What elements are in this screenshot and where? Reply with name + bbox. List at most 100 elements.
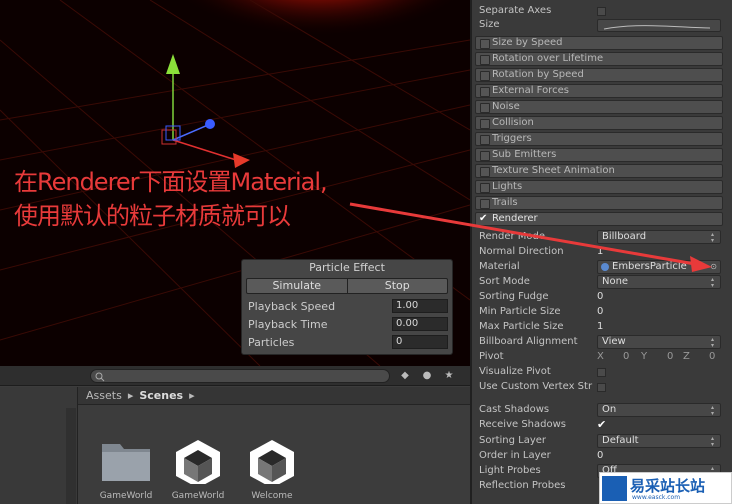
project-search-input[interactable] (90, 369, 390, 383)
sorting-fudge-row: Sorting Fudge 0 (479, 290, 725, 304)
cast-shadows-dropdown[interactable]: On (597, 403, 721, 417)
breadcrumb-separator-icon: ▸ (127, 389, 134, 402)
light-probes-label: Light Probes (479, 465, 541, 476)
particle-effect-panel: Particle Effect Simulate Stop Playback S… (241, 259, 453, 355)
module-renderer[interactable]: ✔ Renderer (475, 212, 723, 226)
watermark-text: 易采站长站 (630, 477, 706, 495)
asset-label: GameWorld (171, 491, 225, 501)
receive-shadows-checkbox[interactable]: ✔ (597, 418, 606, 432)
module-rotation-over-lifetime[interactable]: Rotation over Lifetime (475, 52, 723, 66)
playback-time-field[interactable]: 0.00 (392, 317, 448, 331)
size-curve-field[interactable] (597, 19, 721, 32)
watermark-url: www.easck.com (632, 494, 681, 501)
custom-vertex-checkbox[interactable] (597, 383, 606, 392)
material-field[interactable]: EmbersParticle ⊙ (597, 260, 721, 274)
asset-item[interactable]: GameWorld (166, 436, 230, 501)
breadcrumb-assets[interactable]: Assets (86, 387, 122, 405)
breadcrumb: Assets ▸ Scenes ▸ (86, 387, 195, 405)
sorting-layer-label: Sorting Layer (479, 435, 547, 446)
pivot-y-label: Y (641, 351, 648, 362)
module-size-by-speed[interactable]: Size by Speed (475, 36, 723, 50)
pivot-row: Pivot X 0 Y 0 Z 0 (479, 350, 725, 364)
min-particle-size-label: Min Particle Size (479, 306, 561, 317)
custom-vertex-row: Use Custom Vertex Str (479, 380, 725, 394)
folder-icon (102, 444, 150, 481)
folder-tree-scrollbar[interactable] (66, 408, 76, 504)
normal-direction-row: Normal Direction 1 (479, 245, 725, 259)
module-triggers[interactable]: Triggers (475, 132, 723, 146)
render-mode-label: Render Mode (479, 231, 546, 242)
module-noise[interactable]: Noise (475, 100, 723, 114)
pivot-fields[interactable]: X 0 Y 0 Z 0 (597, 350, 721, 364)
unity-scene-icon (176, 440, 220, 488)
module-collision[interactable]: Collision (475, 116, 723, 130)
filter-by-type-icon[interactable]: ◆ (398, 369, 412, 383)
playback-speed-field[interactable]: 1.00 (392, 299, 448, 313)
max-particle-size-field[interactable]: 1 (597, 320, 721, 334)
order-in-layer-label: Order in Layer (479, 450, 551, 461)
reflection-probes-label: Reflection Probes (479, 480, 566, 491)
module-rotation-by-speed[interactable]: Rotation by Speed (475, 68, 723, 82)
sort-mode-dropdown[interactable]: None (597, 275, 721, 289)
render-mode-dropdown[interactable]: Billboard (597, 230, 721, 244)
module-trails[interactable]: Trails (475, 196, 723, 210)
normal-direction-field[interactable]: 1 (597, 245, 721, 259)
material-label: Material (479, 261, 520, 272)
billboard-alignment-row: Billboard Alignment View (479, 335, 725, 349)
visualize-pivot-label: Visualize Pivot (479, 366, 551, 377)
module-texture-sheet-animation[interactable]: Texture Sheet Animation (475, 164, 723, 178)
checkmark-icon[interactable]: ✔ (479, 213, 487, 225)
pivot-x-label: X (597, 351, 604, 362)
search-icon (95, 372, 105, 382)
pivot-z-label: Z (683, 351, 690, 362)
asset-item[interactable]: GameWorld (94, 436, 158, 501)
favorite-icon[interactable]: ★ (442, 369, 456, 383)
sorting-layer-row: Sorting Layer Default (479, 434, 725, 448)
asset-item[interactable]: Welcome (240, 436, 304, 501)
pivot-y-field[interactable]: 0 (667, 350, 673, 364)
particles-label: Particles (248, 335, 295, 349)
watermark-logo: 易采站长站 www.easck.com (599, 472, 732, 504)
playback-speed-label: Playback Speed (248, 299, 336, 313)
breadcrumb-separator-icon: ▸ (189, 389, 195, 402)
project-toolbar: ◆ ● ★ (0, 366, 470, 386)
size-label: Size (479, 19, 500, 30)
module-sub-emitters[interactable]: Sub Emitters (475, 148, 723, 162)
receive-shadows-label: Receive Shadows (479, 419, 566, 430)
size-curve-icon (603, 25, 711, 30)
material-sphere-icon (601, 263, 609, 271)
sorting-fudge-label: Sorting Fudge (479, 291, 549, 302)
sorting-fudge-field[interactable]: 0 (597, 290, 721, 304)
normal-direction-label: Normal Direction (479, 246, 564, 257)
min-particle-size-field[interactable]: 0 (597, 305, 721, 319)
visualize-pivot-checkbox[interactable] (597, 368, 606, 377)
visualize-pivot-row: Visualize Pivot (479, 365, 725, 379)
size-row: Size (479, 18, 725, 32)
watermark-mark-icon (602, 476, 627, 501)
separate-axes-checkbox[interactable] (597, 7, 606, 16)
sorting-layer-dropdown[interactable]: Default (597, 434, 721, 448)
pivot-x-field[interactable]: 0 (623, 350, 629, 364)
material-value: EmbersParticle (612, 261, 687, 272)
inspector-panel: Separate Axes Size Size by Speed Rotatio… (470, 0, 732, 504)
filter-by-label-icon[interactable]: ● (420, 369, 434, 383)
max-particle-size-row: Max Particle Size 1 (479, 320, 725, 334)
cast-shadows-label: Cast Shadows (479, 404, 550, 415)
particles-row: Particles 0 (242, 333, 452, 351)
module-lights[interactable]: Lights (475, 180, 723, 194)
order-in-layer-field[interactable]: 0 (597, 449, 721, 463)
playback-time-row: Playback Time 0.00 (242, 315, 452, 333)
billboard-alignment-label: Billboard Alignment (479, 336, 578, 347)
cast-shadows-row: Cast Shadows On (479, 403, 725, 417)
object-picker-icon[interactable]: ⊙ (710, 261, 717, 273)
min-particle-size-row: Min Particle Size 0 (479, 305, 725, 319)
simulate-button[interactable]: Simulate (247, 279, 347, 293)
billboard-alignment-dropdown[interactable]: View (597, 335, 721, 349)
breadcrumb-scenes[interactable]: Scenes (139, 387, 183, 405)
stop-button[interactable]: Stop (346, 279, 448, 293)
playback-speed-row: Playback Speed 1.00 (242, 297, 452, 315)
module-external-forces[interactable]: External Forces (475, 84, 723, 98)
separate-axes-label: Separate Axes (479, 5, 552, 16)
pivot-z-field[interactable]: 0 (709, 350, 715, 364)
asset-label: Welcome (251, 491, 293, 501)
